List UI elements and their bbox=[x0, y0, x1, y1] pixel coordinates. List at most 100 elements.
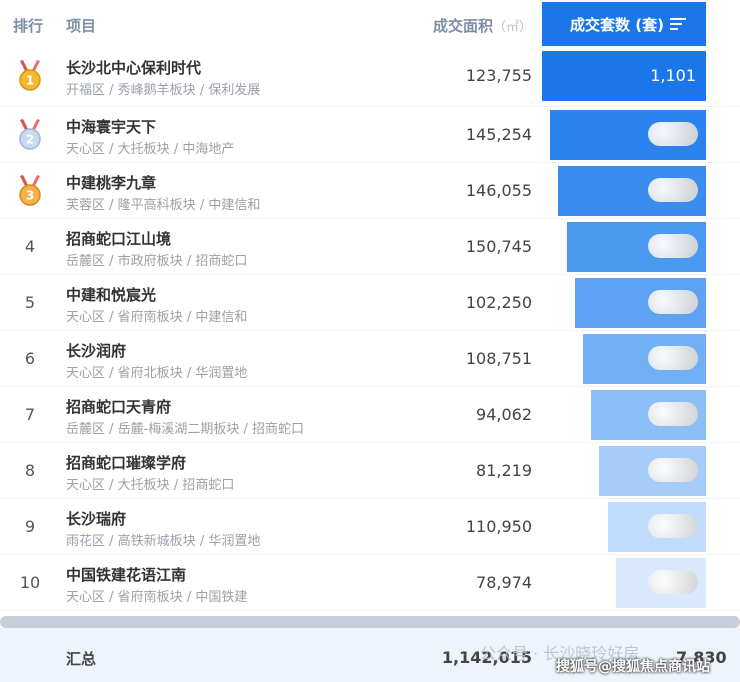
header-project: 项目 bbox=[66, 17, 97, 35]
table-row[interactable]: 6 长沙润府 天心区 / 省府北板块 / 华润置地 108,751 bbox=[0, 331, 740, 387]
separator: / bbox=[105, 254, 118, 269]
project-block: 省府北板块 bbox=[117, 366, 183, 381]
project-developer: 华润置地 bbox=[195, 366, 248, 381]
separator: / bbox=[182, 590, 196, 605]
gold-medal-icon: 1 bbox=[19, 60, 41, 91]
project-district: 天心区 bbox=[66, 142, 106, 157]
deal-area: 108,751 bbox=[465, 349, 532, 368]
project-district: 天心区 bbox=[66, 478, 106, 493]
separator: / bbox=[195, 534, 209, 549]
project-location: 开福区 / 秀峰鹅羊板块 / 保利发展 bbox=[66, 79, 260, 98]
summary-row: 汇总 1,142,015 7,830 公众号 · 长沙晓玲好房 搜狐号@搜狐焦点… bbox=[0, 628, 740, 682]
watermark-sohu: 搜狐号@搜狐焦点商讯站 bbox=[556, 659, 710, 675]
project-developer: 华润置地 bbox=[208, 534, 261, 549]
separator: / bbox=[105, 310, 118, 325]
table-row[interactable]: 2 中海寰宇天下 天心区 / 大托板块 / 中海地产 145,254 bbox=[0, 107, 740, 163]
table-row[interactable]: 8 招商蛇口璀璨学府 天心区 / 大托板块 / 招商蛇口 81,219 bbox=[0, 443, 740, 499]
table-row[interactable]: 5 中建和悦宸光 天心区 / 省府南板块 / 中建信和 102,250 bbox=[0, 275, 740, 331]
project-developer: 招商蛇口 bbox=[182, 478, 235, 493]
table-row[interactable]: 1 长沙北中心保利时代 开福区 / 秀峰鹅羊板块 / 保利发展 123,755 1,10… bbox=[0, 48, 740, 107]
deal-area: 146,055 bbox=[465, 181, 532, 200]
project-location: 岳麓区 / 市政府板块 / 招商蛇口 bbox=[66, 250, 247, 269]
project-name[interactable]: 长沙瑞府 bbox=[66, 508, 126, 529]
table-row[interactable]: 9 长沙瑞府 雨花区 / 高铁新城板块 / 华润置地 110,950 bbox=[0, 499, 740, 555]
bronze-medal-icon: 3 bbox=[19, 175, 41, 206]
separator: / bbox=[105, 422, 118, 437]
project-name[interactable]: 招商蛇口江山境 bbox=[66, 228, 171, 249]
blurred-count-mask bbox=[648, 458, 698, 482]
horizontal-scrollbar[interactable] bbox=[0, 616, 740, 628]
project-name[interactable]: 中建桃李九章 bbox=[66, 172, 156, 193]
table-row[interactable]: 7 招商蛇口天青府 岳麓区 / 岳麓-梅溪湖二期板块 / 招商蛇口 94,062 bbox=[0, 387, 740, 443]
rank-number: 9 bbox=[24, 517, 36, 536]
project-name[interactable]: 长沙北中心保利时代 bbox=[66, 57, 201, 78]
project-district: 雨花区 bbox=[66, 534, 106, 549]
header-area[interactable]: 成交面积（㎡） bbox=[433, 15, 532, 36]
header-area-label: 成交面积 bbox=[432, 17, 493, 35]
separator: / bbox=[105, 590, 118, 605]
blurred-count-mask bbox=[648, 514, 698, 538]
project-location: 天心区 / 省府北板块 / 华润置地 bbox=[66, 362, 247, 381]
deal-area: 78,974 bbox=[476, 573, 532, 592]
ranking-table: 1 长沙北中心保利时代 开福区 / 秀峰鹅羊板块 / 保利发展 123,755 1,10… bbox=[0, 48, 740, 611]
blurred-count-mask bbox=[648, 122, 698, 146]
rank-number: 5 bbox=[24, 293, 36, 312]
project-block: 大托板块 bbox=[117, 142, 170, 157]
separator: / bbox=[195, 198, 209, 213]
rank-number: 4 bbox=[24, 237, 36, 256]
project-name[interactable]: 中国铁建花语江南 bbox=[66, 564, 186, 585]
separator: / bbox=[239, 422, 253, 437]
project-developer: 招商蛇口 bbox=[252, 422, 305, 437]
separator: / bbox=[105, 366, 118, 381]
header-area-unit: （㎡） bbox=[492, 20, 532, 35]
separator: / bbox=[182, 366, 196, 381]
separator: / bbox=[105, 198, 118, 213]
blurred-count-mask bbox=[648, 234, 698, 258]
project-block: 市政府板块 bbox=[117, 254, 183, 269]
separator: / bbox=[182, 310, 196, 325]
table-row[interactable]: 4 招商蛇口江山境 岳麓区 / 市政府板块 / 招商蛇口 150,745 bbox=[0, 219, 740, 275]
project-name[interactable]: 长沙润府 bbox=[66, 340, 126, 361]
blurred-count-mask bbox=[648, 570, 698, 594]
rank-number: 6 bbox=[24, 349, 36, 368]
project-block: 省府南板块 bbox=[117, 590, 183, 605]
project-developer: 中海地产 bbox=[182, 142, 235, 157]
medal-rank-number: 1 bbox=[26, 74, 34, 88]
project-developer: 中建信和 bbox=[195, 310, 248, 325]
project-location: 岳麓区 / 岳麓-梅溪湖二期板块 / 招商蛇口 bbox=[66, 418, 304, 437]
deal-area: 94,062 bbox=[476, 405, 532, 424]
project-district: 开福区 bbox=[66, 83, 106, 98]
project-location: 雨花区 / 高铁新城板块 / 华润置地 bbox=[66, 530, 260, 549]
table-header: 排行 项目 成交面积（㎡） 成交套数 (套) bbox=[0, 0, 740, 48]
table-row[interactable]: 3 中建桃李九章 芙蓉区 / 隆平高科板块 / 中建信和 146,055 bbox=[0, 163, 740, 219]
separator: / bbox=[105, 83, 118, 98]
table-row[interactable]: 10 中国铁建花语江南 天心区 / 省府南板块 / 中国铁建 78,974 bbox=[0, 555, 740, 611]
blurred-count-mask bbox=[648, 290, 698, 314]
blurred-count-mask bbox=[648, 402, 698, 426]
project-name[interactable]: 中建和悦宸光 bbox=[66, 284, 156, 305]
project-location: 天心区 / 大托板块 / 招商蛇口 bbox=[66, 474, 234, 493]
project-name[interactable]: 中海寰宇天下 bbox=[66, 116, 156, 137]
deal-area: 145,254 bbox=[465, 125, 532, 144]
project-developer: 招商蛇口 bbox=[195, 254, 248, 269]
separator: / bbox=[105, 534, 118, 549]
project-location: 天心区 / 大托板块 / 中海地产 bbox=[66, 138, 234, 157]
project-block: 隆平高科板块 bbox=[117, 198, 196, 213]
rank-number: 7 bbox=[24, 405, 36, 424]
project-block: 岳麓-梅溪湖二期板块 bbox=[117, 422, 240, 437]
header-count-sort-button[interactable]: 成交套数 (套) bbox=[542, 2, 706, 46]
deal-area: 110,950 bbox=[465, 517, 532, 536]
deal-area: 150,745 bbox=[465, 237, 532, 256]
separator: / bbox=[195, 83, 209, 98]
project-block: 大托板块 bbox=[117, 478, 170, 493]
project-district: 天心区 bbox=[66, 310, 106, 325]
silver-medal-icon: 2 bbox=[19, 119, 41, 150]
deal-area: 81,219 bbox=[476, 461, 532, 480]
medal-rank-number: 3 bbox=[26, 189, 34, 203]
project-name[interactable]: 招商蛇口天青府 bbox=[66, 396, 171, 417]
project-name[interactable]: 招商蛇口璀璨学府 bbox=[66, 452, 186, 473]
project-developer: 中国铁建 bbox=[195, 590, 248, 605]
rank-number: 8 bbox=[24, 461, 36, 480]
deal-count-value: 1,101 bbox=[650, 66, 696, 85]
medal-rank-number: 2 bbox=[26, 133, 34, 147]
